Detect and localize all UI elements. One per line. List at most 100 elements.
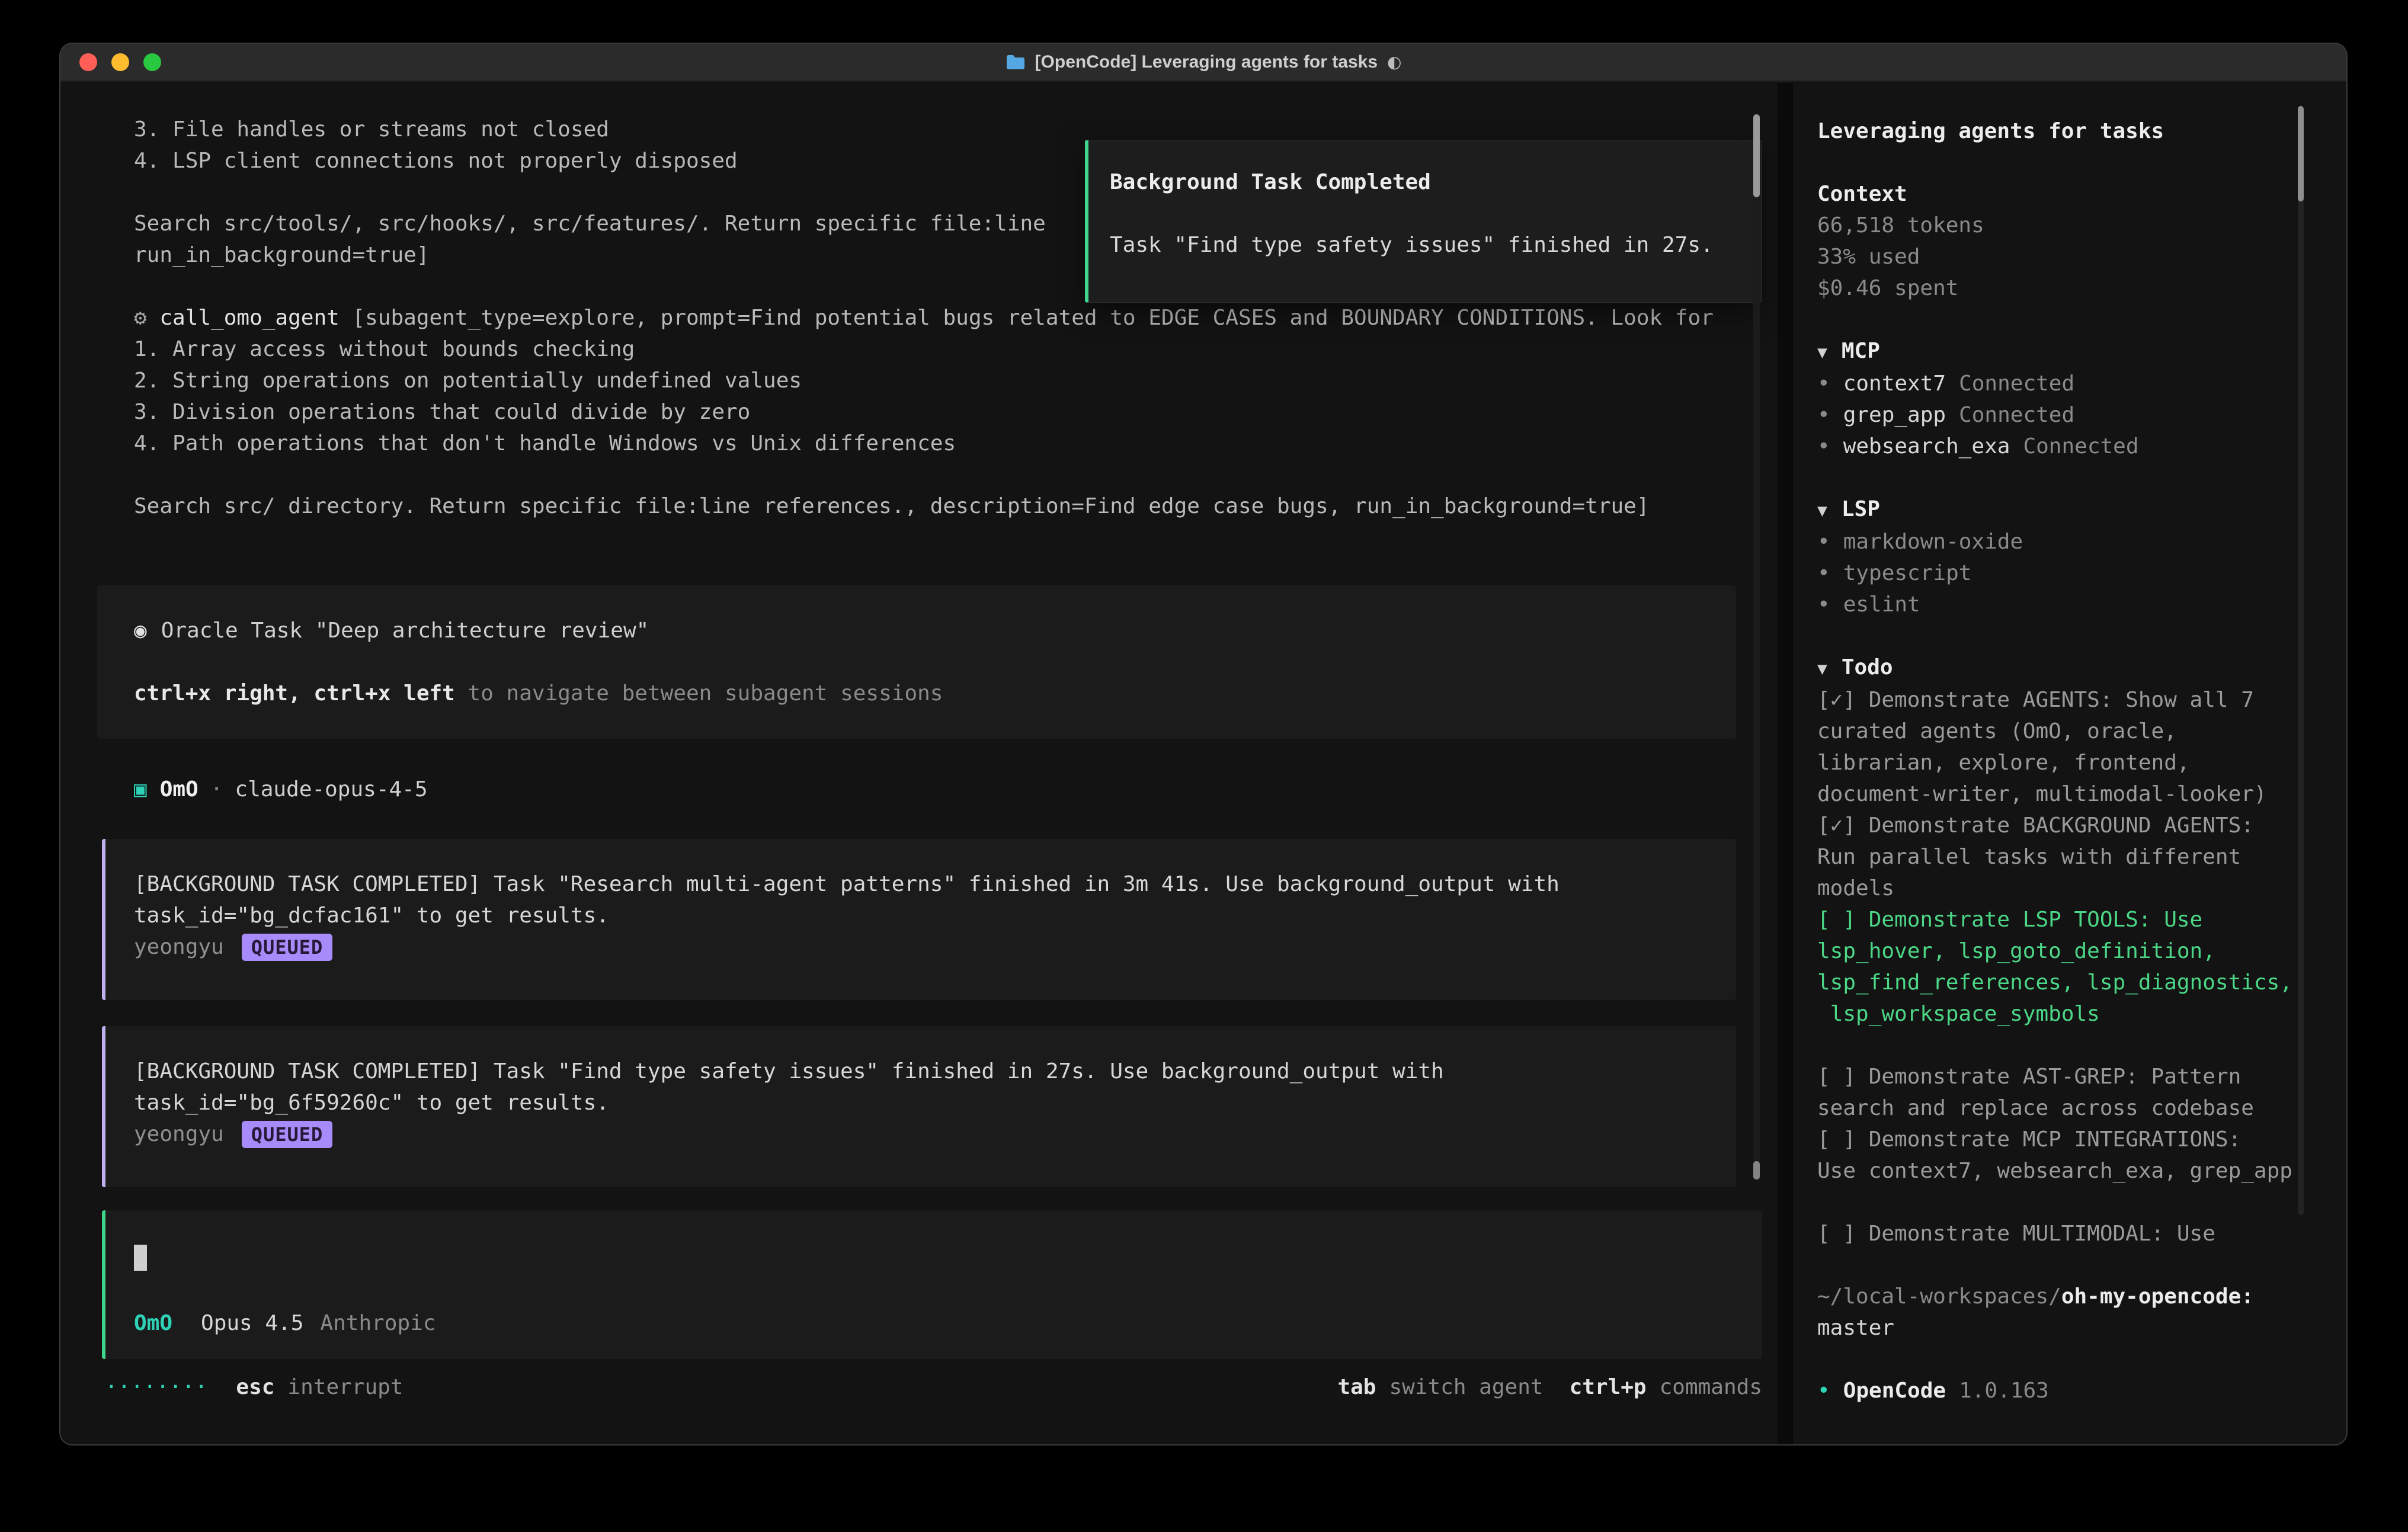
lsp-heading[interactable]: ▼LSP bbox=[1817, 493, 2346, 526]
todo-item-pending: [ ] Demonstrate MCP INTEGRATIONS: Use co… bbox=[1817, 1124, 2309, 1187]
prompt-input[interactable]: OmO Opus 4.5 Anthropic bbox=[102, 1210, 1762, 1359]
chevron-down-icon: ▼ bbox=[1817, 501, 1827, 520]
folder-icon bbox=[1006, 54, 1026, 70]
context-tokens: 66,518 tokens bbox=[1817, 210, 2346, 241]
esc-key-hint: esc bbox=[236, 1371, 274, 1403]
input-model-name: Opus 4.5 bbox=[201, 1307, 303, 1339]
oracle-task-title: Oracle Task "Deep architecture review" bbox=[161, 618, 649, 643]
tool-call-args: [subagent_type=explore, prompt=Find pote… bbox=[134, 306, 1714, 518]
zoom-window-button[interactable] bbox=[143, 53, 161, 71]
status-badge: QUEUED bbox=[242, 934, 333, 961]
todo-item-done: [✓] Demonstrate AGENTS: Show all 7 curat… bbox=[1817, 684, 2309, 810]
lsp-item: • eslint bbox=[1817, 589, 2346, 620]
status-badge: QUEUED bbox=[242, 1121, 333, 1148]
bullet-icon: • bbox=[1817, 371, 1830, 396]
titlebar[interactable]: [OpenCode] Leveraging agents for tasks ◐ bbox=[60, 44, 2346, 82]
sidebar-footer: • OpenCode 1.0.163 bbox=[1817, 1375, 2346, 1406]
bullet-icon: • bbox=[1817, 592, 1830, 617]
todo-item-pending: [ ] Demonstrate AST-GREP: Pattern search… bbox=[1817, 1061, 2309, 1124]
context-used: 33% used bbox=[1817, 241, 2346, 273]
todo-heading[interactable]: ▼ Todo bbox=[1817, 652, 2346, 684]
chevron-down-icon: ▼ bbox=[1817, 659, 1827, 678]
task-message-text: [BACKGROUND TASK COMPLETED] Task "Resear… bbox=[134, 868, 1712, 931]
hint-text: to navigate between subagent sessions bbox=[455, 681, 943, 706]
bullet-icon: • bbox=[1817, 403, 1830, 427]
workspace-path: ~/local-workspaces/oh-my-opencode: maste… bbox=[1817, 1281, 2346, 1344]
bullet-icon: • bbox=[1817, 434, 1830, 459]
mcp-item: • grep_app Connected bbox=[1817, 399, 2346, 431]
message-author: yeongyu bbox=[134, 931, 224, 963]
mcp-item: •context7Connected bbox=[1817, 368, 2346, 399]
session-sidebar: Leveraging agents for tasks Context 66,5… bbox=[1793, 83, 2346, 1444]
esc-key-label: interrupt bbox=[287, 1371, 403, 1403]
app-version: 1.0.163 bbox=[1959, 1379, 2049, 1403]
terminal-pane: 3. File handles or streams not closed 4.… bbox=[60, 83, 1778, 1444]
input-agent-name: OmO bbox=[134, 1307, 172, 1339]
tool-call-name: call_omo_agent bbox=[159, 306, 339, 330]
context-section: Context 66,518 tokens 33% used $0.46 spe… bbox=[1817, 178, 2346, 304]
lsp-item-name: markdown-oxide bbox=[1843, 530, 2023, 554]
commands-key-hint: ctrl+p bbox=[1570, 1371, 1647, 1403]
mcp-item-name: context7 bbox=[1843, 371, 1946, 396]
toast-body: Task "Find type safety issues" finished … bbox=[1110, 229, 1738, 261]
tab-key-hint: tab bbox=[1337, 1371, 1376, 1403]
status-bar: ········ esc interrupt tab switch agent … bbox=[105, 1371, 1762, 1403]
main-scrollbar-nub[interactable] bbox=[1753, 1161, 1760, 1180]
agent-header: ▣ OmO · claude-opus-4-5 bbox=[134, 774, 1778, 805]
minimize-window-button[interactable] bbox=[111, 53, 129, 71]
main-scrollbar[interactable] bbox=[1753, 114, 1760, 1180]
window-title-group: [OpenCode] Leveraging agents for tasks ◐ bbox=[1006, 43, 1402, 81]
mcp-item-status: Connected bbox=[2023, 434, 2138, 459]
background-task-message[interactable]: [BACKGROUND TASK COMPLETED] Task "Find t… bbox=[102, 1026, 1736, 1187]
separator-dot: · bbox=[210, 777, 223, 802]
sidebar-scrollbar[interactable] bbox=[2298, 106, 2304, 1215]
terminal-output-head: 3. File handles or streams not closed 4.… bbox=[134, 117, 1046, 267]
opencode-window: [OpenCode] Leveraging agents for tasks ◐… bbox=[59, 43, 2348, 1446]
hint-keys: ctrl+x right, ctrl+x left bbox=[134, 681, 455, 706]
mcp-item-status: Connected bbox=[1959, 403, 2074, 427]
workspace-branch: master bbox=[1817, 1312, 2346, 1344]
mcp-item-name: grep_app bbox=[1843, 403, 1946, 427]
tab-key-label: switch agent bbox=[1389, 1371, 1543, 1403]
pane-divider bbox=[1778, 83, 1793, 1444]
bullet-icon: • bbox=[1817, 1379, 1830, 1403]
main-scrollbar-thumb[interactable] bbox=[1753, 114, 1760, 197]
mcp-item-name: websearch_exa bbox=[1843, 434, 2010, 459]
workspace-repo: oh-my-opencode: bbox=[2061, 1284, 2254, 1309]
chevron-down-icon: ▼ bbox=[1817, 342, 1827, 362]
mcp-heading-label: MCP bbox=[1842, 339, 1880, 363]
window-title: [OpenCode] Leveraging agents for tasks bbox=[1035, 43, 1378, 81]
record-icon: ◉ bbox=[134, 618, 147, 643]
input-meta: OmO Opus 4.5 Anthropic bbox=[134, 1307, 1734, 1339]
message-author: yeongyu bbox=[134, 1118, 224, 1150]
app-name: OpenCode bbox=[1843, 1379, 1946, 1403]
mcp-item: • websearch_exa Connected bbox=[1817, 431, 2346, 462]
workspace-path-prefix: ~/local-workspaces/ bbox=[1817, 1284, 2061, 1309]
text-cursor bbox=[134, 1245, 147, 1271]
agent-name: OmO bbox=[160, 777, 198, 802]
oracle-task-card[interactable]: ◉Oracle Task "Deep architecture review" … bbox=[97, 585, 1736, 739]
bullet-icon: • bbox=[1817, 561, 1830, 585]
todo-heading-label: Todo bbox=[1842, 655, 1893, 680]
traffic-lights bbox=[79, 44, 161, 81]
lsp-item-name: eslint bbox=[1843, 592, 1920, 617]
toast-title: Background Task Completed bbox=[1110, 166, 1738, 198]
input-provider-name: Anthropic bbox=[320, 1307, 436, 1339]
close-window-button[interactable] bbox=[79, 53, 97, 71]
task-message-text: [BACKGROUND TASK COMPLETED] Task "Find t… bbox=[134, 1056, 1712, 1118]
spinner-dots: ········ bbox=[105, 1371, 207, 1403]
bullet-icon: • bbox=[1817, 530, 1830, 554]
commands-key-label: commands bbox=[1660, 1371, 1762, 1403]
background-task-toast: Background Task Completed Task "Find typ… bbox=[1085, 140, 1762, 303]
todo-section: ▼ Todo [✓] Demonstrate AGENTS: Show all 7… bbox=[1817, 652, 2346, 1249]
context-spent: $0.46 spent bbox=[1817, 273, 2346, 304]
agent-square-icon: ▣ bbox=[134, 777, 147, 802]
session-title: Leveraging agents for tasks bbox=[1817, 116, 2346, 147]
sidebar-scrollbar-thumb[interactable] bbox=[2298, 106, 2304, 201]
lsp-item-name: typescript bbox=[1843, 561, 1972, 585]
lsp-item: • typescript bbox=[1817, 557, 2346, 589]
agent-model: claude-opus-4-5 bbox=[235, 777, 427, 802]
mcp-heading[interactable]: ▼ MCP bbox=[1817, 335, 2346, 368]
background-task-message[interactable]: [BACKGROUND TASK COMPLETED] Task "Resear… bbox=[102, 839, 1736, 1000]
subagent-nav-hint: ctrl+x right, ctrl+x left to navigate be… bbox=[134, 678, 1736, 709]
